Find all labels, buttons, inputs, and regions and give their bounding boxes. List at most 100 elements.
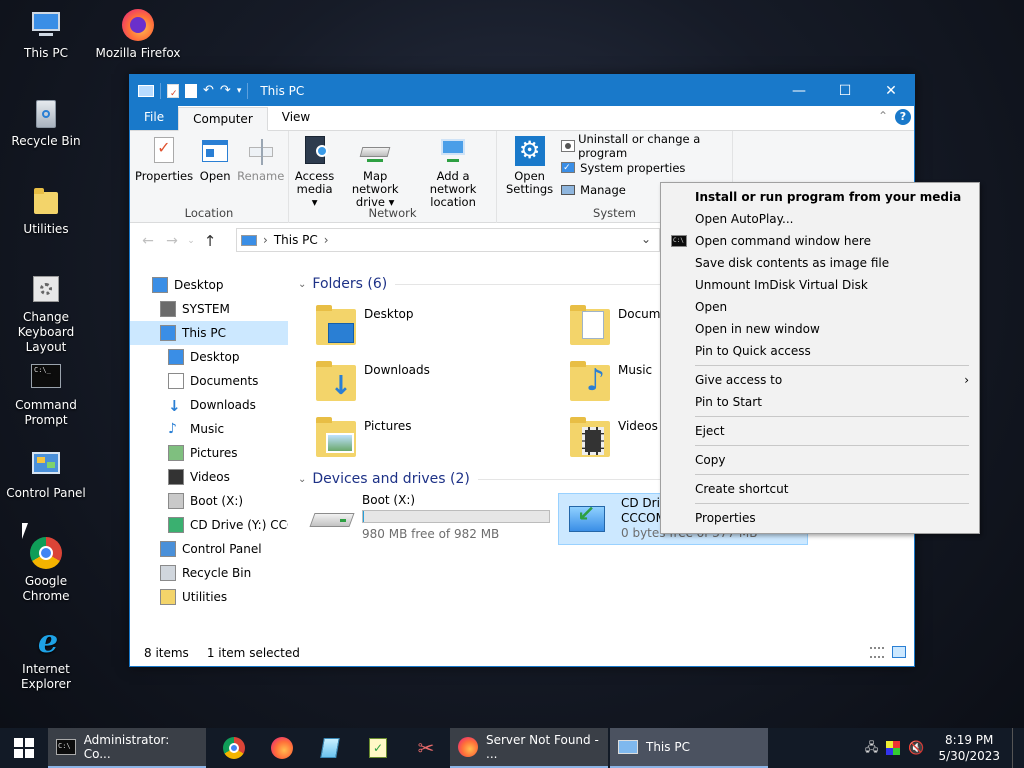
customize-qa-chevron-icon[interactable]: ▾ — [237, 86, 242, 96]
uninstall-program-button[interactable]: Uninstall or change a program — [560, 132, 730, 160]
desktop-icon-recycle-bin[interactable]: Recycle Bin — [0, 96, 92, 149]
context-menu-item[interactable]: Save disk contents as image file — [661, 252, 979, 274]
taskbar-spreadsheet[interactable]: ✓ — [354, 728, 402, 768]
taskbar-this-pc-window[interactable]: This PC — [610, 728, 768, 768]
network-disconnected-icon[interactable]: 🖧 — [865, 738, 878, 759]
folder-icon — [29, 184, 63, 218]
taskbar: C:\ Administrator: Co... ✓ ✂ Server Not … — [0, 728, 1024, 768]
ribbon-collapse-chevron-icon[interactable]: ⌃ — [878, 109, 888, 123]
nav-item[interactable]: This PC — [130, 321, 288, 345]
context-menu-item[interactable]: Pin to Start — [661, 391, 979, 413]
back-button[interactable]: ← — [136, 233, 160, 249]
forward-button[interactable]: → — [160, 233, 184, 249]
tab-view[interactable]: View — [268, 106, 324, 130]
tab-file[interactable]: File — [130, 105, 179, 130]
nav-item[interactable]: ↓ Downloads — [130, 393, 288, 417]
display-color-icon[interactable] — [886, 741, 901, 755]
address-dropdown-chevron-icon[interactable]: ⌄ — [641, 232, 651, 246]
taskbar-chrome[interactable] — [210, 728, 258, 768]
desktop-icon-control-panel[interactable]: Control Panel — [0, 448, 92, 501]
nav-item[interactable]: SYSTEM — [130, 297, 288, 321]
tab-computer[interactable]: Computer — [178, 107, 268, 131]
nav-item[interactable]: Documents — [130, 369, 288, 393]
breadcrumb-this-pc[interactable]: This PC — [274, 233, 318, 247]
volume-muted-icon[interactable]: 🔇 — [908, 741, 924, 756]
nav-item[interactable]: ♪ Music — [130, 417, 288, 441]
desktop-icon-change-keyboard-layout[interactable]: Change Keyboard Layout — [0, 272, 92, 355]
context-menu-item[interactable]: Unmount ImDisk Virtual Disk — [661, 274, 979, 296]
properties-quick-icon[interactable]: ✓ — [167, 83, 179, 99]
redo-icon[interactable]: ↷ — [220, 83, 231, 98]
properties-icon: ✓ — [148, 135, 180, 167]
rename-icon — [245, 135, 277, 167]
folder-pictures[interactable]: Pictures — [314, 413, 412, 461]
help-icon[interactable]: ? — [895, 109, 911, 125]
collapse-chevron-icon[interactable]: ⌄ — [298, 474, 306, 485]
folder-desktop[interactable]: Desktop — [314, 301, 414, 349]
context-menu-item-label: Create shortcut — [695, 482, 789, 496]
context-menu-item[interactable]: Pin to Quick access — [661, 340, 979, 362]
start-button[interactable] — [0, 728, 48, 768]
close-button[interactable]: ✕ — [868, 75, 914, 106]
taskbar-firefox[interactable] — [258, 728, 306, 768]
nav-item[interactable]: Pictures — [130, 441, 288, 465]
context-menu-item[interactable]: Open — [661, 296, 979, 318]
clock[interactable]: 8:19 PM 5/30/2023 — [938, 732, 1000, 764]
taskbar-firefox-window[interactable]: Server Not Found - ... — [450, 728, 608, 768]
context-menu-item-label: Open in new window — [695, 322, 820, 336]
nav-item[interactable]: Recycle Bin — [130, 561, 288, 585]
folder-music[interactable]: ♪ Music — [568, 357, 652, 405]
context-menu-item-label: Open command window here — [695, 234, 871, 248]
context-menu-item[interactable]: C:\ Open command window here — [661, 230, 979, 252]
context-menu-item[interactable]: Open AutoPlay... — [661, 208, 979, 230]
nav-item[interactable]: Videos — [130, 465, 288, 489]
nav-item[interactable]: Desktop — [130, 273, 288, 297]
desktop-icon-internet-explorer[interactable]: e Internet Explorer — [0, 624, 92, 692]
maximize-button[interactable]: ☐ — [822, 75, 868, 106]
desktop-icon-utilities[interactable]: Utilities — [0, 184, 92, 237]
folder-label: Videos — [618, 419, 658, 433]
context-menu-item[interactable]: Give access to › — [661, 369, 979, 391]
context-menu-item[interactable]: Eject — [661, 420, 979, 442]
folders-header-label: Folders (6) — [312, 276, 388, 292]
desktop-icon-label: This PC — [24, 46, 68, 60]
nav-item[interactable]: Control Panel — [130, 537, 288, 561]
this-pc-icon — [241, 234, 257, 246]
folder-videos[interactable]: Videos — [568, 413, 658, 461]
minimize-button[interactable]: — — [776, 75, 822, 106]
menu-separator — [695, 445, 969, 446]
taskbar-snipping-tool[interactable]: ✂ — [402, 728, 450, 768]
desktop-icon-command-prompt[interactable]: C:\_ Command Prompt — [0, 360, 92, 428]
command-prompt-icon: C:\_ — [29, 360, 63, 394]
new-folder-quick-icon[interactable] — [185, 83, 197, 98]
up-button[interactable]: ↑ — [198, 232, 222, 250]
desktop-icon-this-pc[interactable]: This PC — [0, 8, 92, 61]
recent-locations-chevron-icon[interactable]: ⌄ — [184, 236, 198, 246]
system-properties-button[interactable]: ✓ System properties — [560, 157, 730, 179]
context-menu-item[interactable]: Copy — [661, 449, 979, 471]
nav-item[interactable]: CD Drive (Y:) CCC — [130, 513, 288, 537]
context-menu-item[interactable]: Install or run program from your media — [661, 186, 979, 208]
collapse-chevron-icon[interactable]: ⌄ — [298, 279, 306, 290]
title-bar[interactable]: ✓ ↶ ↷ ▾ This PC — ☐ ✕ — [130, 75, 914, 106]
taskbar-command-prompt[interactable]: C:\ Administrator: Co... — [48, 728, 206, 768]
nav-item[interactable]: Utilities — [130, 585, 288, 609]
context-menu[interactable]: Install or run program from your media Op… — [660, 182, 980, 534]
large-icons-view-icon[interactable] — [892, 646, 906, 658]
undo-icon[interactable]: ↶ — [203, 83, 214, 98]
folder-downloads[interactable]: ↓ Downloads — [314, 357, 430, 405]
context-menu-item[interactable]: Open in new window — [661, 318, 979, 340]
desktop-icon-chrome[interactable]: Google Chrome — [0, 536, 92, 604]
details-view-icon[interactable] — [870, 647, 884, 658]
nav-item[interactable]: Boot (X:) — [130, 489, 288, 513]
taskbar-notepad[interactable] — [306, 728, 354, 768]
show-desktop-button[interactable] — [1012, 728, 1016, 768]
nav-item[interactable]: Desktop — [130, 345, 288, 369]
drive-boot[interactable]: Boot (X:) 980 MB free of 982 MB — [309, 493, 550, 545]
navigation-pane[interactable]: Desktop SYSTEM This PC Desktop Documents ↓ Dow… — [130, 271, 288, 641]
context-menu-item[interactable]: Properties — [661, 507, 979, 529]
windows-logo-icon — [14, 738, 34, 758]
address-bar[interactable]: › This PC › ⌄ — [236, 228, 660, 252]
context-menu-item[interactable]: Create shortcut — [661, 478, 979, 500]
desktop-icon-firefox[interactable]: Mozilla Firefox — [92, 8, 184, 61]
